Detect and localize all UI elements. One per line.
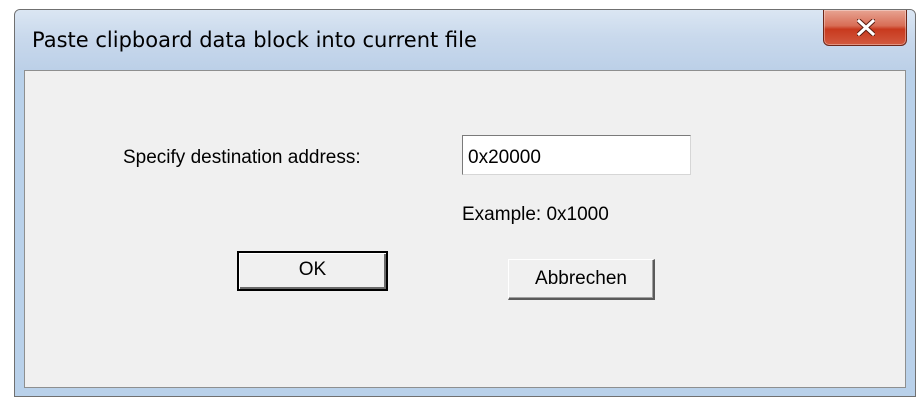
destination-address-input[interactable]	[462, 135, 691, 175]
dialog-titlebar[interactable]: Paste clipboard data block into current …	[15, 10, 915, 70]
cancel-button[interactable]: Abbrechen	[508, 259, 655, 300]
paste-dialog-window: Paste clipboard data block into current …	[14, 9, 916, 397]
close-x-icon	[857, 19, 875, 36]
dialog-title: Paste clipboard data block into current …	[32, 28, 477, 52]
example-hint: Example: 0x1000	[462, 204, 609, 225]
destination-address-label: Specify destination address:	[123, 147, 361, 168]
ok-button[interactable]: OK	[237, 251, 388, 291]
close-button[interactable]	[823, 10, 907, 46]
dialog-content: Specify destination address: Example: 0x…	[24, 70, 906, 388]
